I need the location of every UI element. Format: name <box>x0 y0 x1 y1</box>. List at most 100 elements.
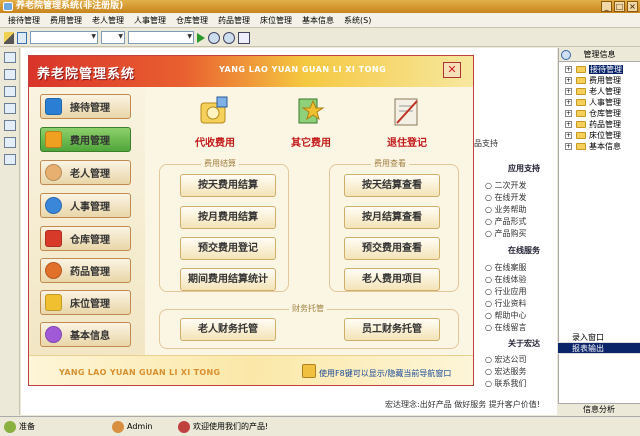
checkout-register-label[interactable]: 退住登记 <box>367 134 447 149</box>
ready-icon <box>4 420 16 433</box>
app-item-3[interactable]: ○ 产品形式 <box>485 216 527 227</box>
app-item-0[interactable]: ○ 二次开发 <box>485 180 527 191</box>
minimize-button[interactable]: _ <box>601 1 612 12</box>
prepay-view-button[interactable]: 预交费用查看 <box>344 237 440 260</box>
other-fee-label[interactable]: 其它费用 <box>271 134 351 149</box>
nav-bed-button[interactable]: 床位管理 <box>40 290 131 315</box>
refresh-icon[interactable] <box>238 31 250 44</box>
menu-warehouse[interactable]: 仓库管理 <box>176 15 208 26</box>
collect-fee-label[interactable]: 代收费用 <box>175 134 255 149</box>
current-user: Admin <box>127 422 153 431</box>
menu-bed[interactable]: 床位管理 <box>260 15 292 26</box>
about-item-2[interactable]: ○ 联系我们 <box>485 378 527 389</box>
right-panel-header: 管理信息 <box>559 48 640 62</box>
filter-combo-1[interactable] <box>30 31 98 44</box>
menu-medicine[interactable]: 药品管理 <box>218 15 250 26</box>
elder-icon <box>45 164 62 181</box>
print-icon[interactable] <box>4 137 16 148</box>
checkout-register-icon[interactable] <box>389 93 423 129</box>
tools-icon[interactable] <box>4 69 16 80</box>
online-item-4[interactable]: ○ 帮助中心 <box>485 310 527 321</box>
app-icon <box>3 2 13 11</box>
grid-icon[interactable] <box>4 86 16 97</box>
nav-staff-button[interactable]: 人事管理 <box>40 193 131 218</box>
online-service-heading: 在线服务 <box>508 246 540 255</box>
maximize-button[interactable]: □ <box>614 1 625 12</box>
filter-combo-2[interactable] <box>101 31 125 44</box>
online-item-2[interactable]: ○ 行业应用 <box>485 286 527 297</box>
pencil-icon[interactable] <box>4 31 14 44</box>
daily-settle-button[interactable]: 按天费用结算 <box>180 174 276 197</box>
panel-footer: YANG LAO YUAN GUAN LI XI TONG 使用F8键可以显示/… <box>29 355 473 385</box>
folder-icon <box>576 77 586 84</box>
other-fee-icon[interactable] <box>293 93 327 129</box>
online-item-1[interactable]: ○ 在线体验 <box>485 274 527 285</box>
folder-icon <box>576 88 586 95</box>
staff-finance-trust-button[interactable]: 员工财务托管 <box>344 318 440 341</box>
f8-hint: 使用F8键可以显示/隐藏当前导航窗口 <box>319 369 452 378</box>
tree-item-staff[interactable]: + 人事管理 <box>559 97 640 108</box>
user-search-icon[interactable] <box>208 31 220 44</box>
finance-trust-label: 财务托管 <box>289 303 327 314</box>
menu-basic-info[interactable]: 基本信息 <box>302 15 334 26</box>
app-item-4[interactable]: ○ 产品购买 <box>485 228 527 239</box>
tree-item-warehouse[interactable]: + 仓库管理 <box>559 108 640 119</box>
menu-staff[interactable]: 人事管理 <box>134 15 166 26</box>
tree-item-bed[interactable]: + 床位管理 <box>559 130 640 141</box>
daily-view-button[interactable]: 按天结算查看 <box>344 174 440 197</box>
tree-item-basic-info[interactable]: + 基本信息 <box>559 141 640 152</box>
menu-elder[interactable]: 老人管理 <box>92 15 124 26</box>
filter-combo-3[interactable] <box>128 31 194 44</box>
monthly-view-button[interactable]: 按月结算查看 <box>344 206 440 229</box>
list-item-input-window[interactable]: 录入窗口 <box>558 332 640 343</box>
layout-icon[interactable] <box>4 52 16 63</box>
tree-item-cost[interactable]: + 费用管理 <box>559 75 640 86</box>
status-bar: 准备 Admin 欢迎使用我们的产品! <box>0 416 640 436</box>
close-window-button[interactable]: × <box>627 1 638 12</box>
about-heading: 关于宏达 <box>508 339 540 348</box>
menu-system[interactable]: 系统(S) <box>344 15 371 26</box>
folder-icon <box>576 110 586 117</box>
hint-icon <box>302 364 316 378</box>
monthly-settle-button[interactable]: 按月费用结算 <box>180 206 276 229</box>
play-icon[interactable] <box>197 32 205 43</box>
online-item-5[interactable]: ○ 在线留言 <box>485 322 527 333</box>
nav-cost-button[interactable]: 费用管理 <box>40 127 131 152</box>
tree-item-elder[interactable]: + 老人管理 <box>559 86 640 97</box>
window-list: 录入窗口 报表输出 <box>558 332 640 354</box>
module-nav: 接待管理 费用管理 老人管理 人事管理 仓库管理 药品管理 床位管理 基本信息 <box>29 87 145 355</box>
tree-item-medicine[interactable]: + 药品管理 <box>559 119 640 130</box>
menu-bar: 接待管理 费用管理 老人管理 人事管理 仓库管理 药品管理 床位管理 基本信息 … <box>0 13 640 28</box>
window-title: 养老院管理系统(非注册版) <box>16 1 124 11</box>
about-item-0[interactable]: ○ 宏达公司 <box>485 354 527 365</box>
period-settle-stats-button[interactable]: 期间费用结算统计 <box>180 268 276 291</box>
app-item-2[interactable]: ○ 业务帮助 <box>485 204 527 215</box>
nav-basic-info-button[interactable]: 基本信息 <box>40 322 131 347</box>
panel-close-button[interactable]: ✕ <box>443 62 461 78</box>
list-icon[interactable] <box>4 103 16 114</box>
nav-reception-button[interactable]: 接待管理 <box>40 94 131 119</box>
online-item-3[interactable]: ○ 行业资料 <box>485 298 527 309</box>
elder-fee-items-button[interactable]: 老人费用项目 <box>344 268 440 291</box>
about-item-1[interactable]: ○ 宏达服务 <box>485 366 527 377</box>
list-item-report-output[interactable]: 报表输出 <box>558 343 640 354</box>
find-icon[interactable] <box>17 31 27 44</box>
app-item-1[interactable]: ○ 在线开发 <box>485 192 527 203</box>
nav-elder-button[interactable]: 老人管理 <box>40 160 131 185</box>
panel-header: 养老院管理系统 YANG LAO YUAN GUAN LI XI TONG ✕ <box>29 56 473 87</box>
welcome-icon <box>178 420 190 433</box>
elder-finance-trust-button[interactable]: 老人财务托管 <box>180 318 276 341</box>
back-icon[interactable] <box>561 50 571 60</box>
user-find-icon[interactable] <box>223 31 235 44</box>
doc-icon[interactable] <box>4 154 16 165</box>
nav-medicine-button[interactable]: 药品管理 <box>40 258 131 283</box>
info-analysis-tab[interactable]: 信息分析 <box>558 403 640 415</box>
menu-reception[interactable]: 接待管理 <box>8 15 40 26</box>
online-item-0[interactable]: ○ 在线案服 <box>485 262 527 273</box>
tree-item-reception[interactable]: + 接待管理 <box>559 64 640 75</box>
prepay-register-button[interactable]: 预交费用登记 <box>180 237 276 260</box>
menu-cost[interactable]: 费用管理 <box>50 15 82 26</box>
excel-icon[interactable] <box>4 120 16 131</box>
nav-warehouse-button[interactable]: 仓库管理 <box>40 226 131 251</box>
collect-fee-icon[interactable] <box>197 93 231 129</box>
